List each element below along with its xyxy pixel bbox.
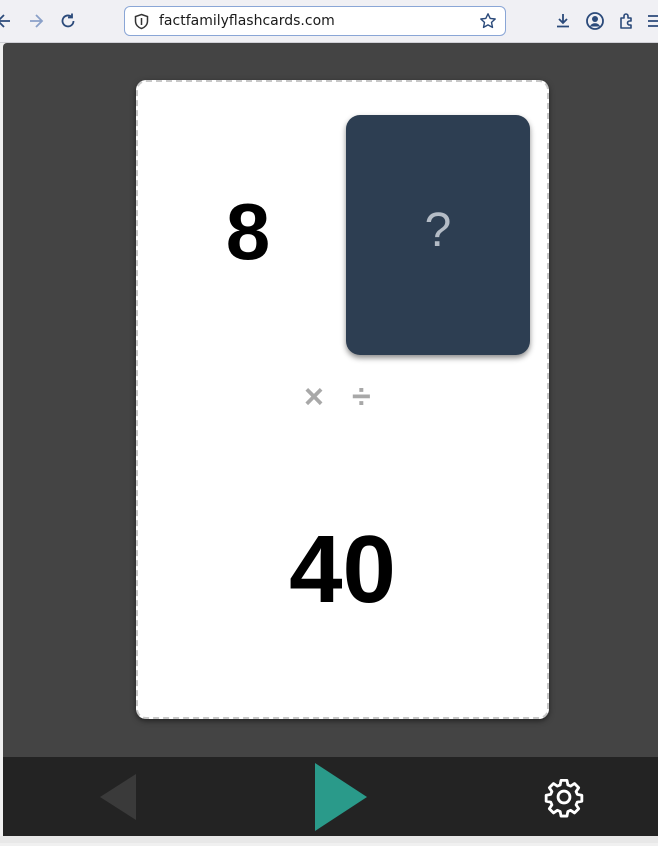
reload-icon[interactable]	[58, 11, 78, 31]
extensions-icon[interactable]	[617, 11, 637, 31]
url-text[interactable]: factfamilyflashcards.com	[159, 13, 335, 29]
divide-icon: ÷	[352, 378, 371, 416]
control-bar	[3, 757, 658, 836]
bookmark-star-icon[interactable]	[479, 12, 497, 30]
forward-arrow-icon[interactable]	[26, 11, 46, 31]
hidden-number-card[interactable]: ?	[346, 115, 530, 355]
previous-icon[interactable]	[100, 774, 136, 820]
multiply-icon: ×	[304, 378, 324, 416]
bottom-strip	[0, 836, 658, 843]
flashcard: 8 ? × ÷ 40	[136, 80, 549, 719]
download-icon[interactable]	[553, 11, 573, 31]
play-icon[interactable]	[315, 763, 367, 831]
settings-gear-icon[interactable]	[543, 776, 585, 818]
shield-icon[interactable]	[133, 13, 150, 30]
known-number: 8	[225, 187, 271, 276]
address-bar[interactable]: factfamilyflashcards.com	[124, 6, 506, 36]
flashcard-page: 8 ? × ÷ 40	[3, 43, 658, 836]
account-icon[interactable]	[585, 11, 605, 31]
back-arrow-icon[interactable]	[0, 11, 14, 31]
product-number: 40	[289, 516, 396, 623]
menu-icon[interactable]	[646, 11, 658, 31]
browser-toolbar: factfamilyflashcards.com	[0, 0, 658, 43]
operator-group: × ÷	[300, 380, 390, 420]
hidden-number-label: ?	[424, 204, 452, 257]
